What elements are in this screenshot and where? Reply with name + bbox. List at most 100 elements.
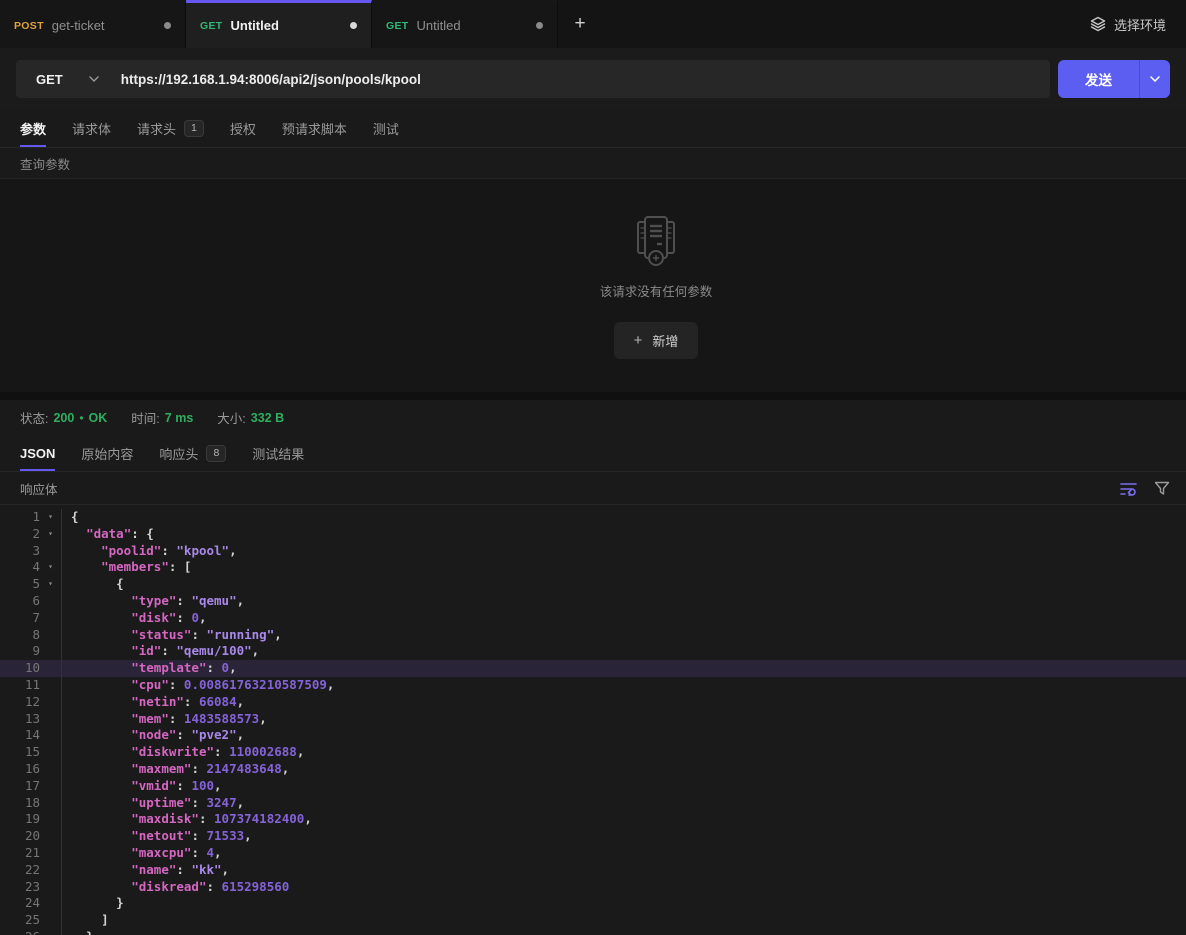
code-token: "kpool" [176,543,229,558]
response-body-title: 响应体 [20,479,1119,498]
request-config-tab-label: 请求头 [137,119,176,138]
size-value: 332 B [251,411,284,425]
code-line: 19 "maxdisk": 107374182400, [0,811,1186,828]
code-token: } [71,895,124,910]
status-dot: • [79,411,83,425]
fold-toggle-icon [40,929,62,935]
code-text: "diskread": 615298560 [62,879,289,896]
line-number: 11 [0,677,40,694]
code-text: { [62,576,124,593]
response-view-tab[interactable]: JSON [20,435,55,471]
empty-params-icon [631,213,681,267]
code-text: { [62,509,79,526]
code-token: : [191,761,206,776]
code-token [71,677,131,692]
code-text: "poolid": "kpool", [62,543,237,560]
tab-bar: POSTget-ticketGETUntitledGETUntitled + 选… [0,0,1186,48]
method-select[interactable]: GET [16,72,121,87]
fold-toggle-icon [40,711,62,728]
tab-title: Untitled [417,18,529,33]
fold-toggle-icon[interactable]: ▾ [40,526,62,543]
code-token: , [237,727,245,742]
code-token: , [214,845,222,860]
fold-toggle-icon [40,727,62,744]
request-config-tab-label: 预请求脚本 [282,119,347,138]
code-token: 107374182400 [214,811,304,826]
code-line: 14 "node": "pve2", [0,727,1186,744]
code-line: 20 "netout": 71533, [0,828,1186,845]
request-config-tab[interactable]: 参数 [20,110,46,147]
code-text: "maxdisk": 107374182400, [62,811,312,828]
empty-params-text: 该请求没有任何参数 [600,281,713,300]
request-tab[interactable]: GETUntitled [372,0,558,48]
code-line: 9 "id": "qemu/100", [0,643,1186,660]
add-param-button[interactable]: + 新增 [614,322,699,359]
code-token: "id" [131,643,161,658]
line-number: 25 [0,912,40,929]
status-code: 200 [53,411,74,425]
fold-toggle-icon[interactable]: ▾ [40,559,62,576]
add-param-label: 新增 [652,331,678,350]
request-config-tab[interactable]: 授权 [230,110,256,147]
request-config-tab[interactable]: 请求体 [72,110,111,147]
code-token: "mem" [131,711,169,726]
request-config-tab[interactable]: 测试 [373,110,399,147]
response-view-tab[interactable]: 原始内容 [81,435,133,471]
code-token: , [297,744,305,759]
new-tab-button[interactable]: + [558,0,602,48]
code-token: "diskwrite" [131,744,214,759]
code-line: 17 "vmid": 100, [0,778,1186,795]
word-wrap-icon[interactable] [1119,481,1138,496]
code-token [71,543,101,558]
code-token: : { [131,526,154,541]
params-empty-state: 该请求没有任何参数 + 新增 [0,179,1186,392]
fold-toggle-icon [40,895,62,912]
fold-toggle-icon [40,744,62,761]
code-token: 110002688 [229,744,297,759]
api-client-window: POSTget-ticketGETUntitledGETUntitled + 选… [0,0,1186,935]
code-token: : [191,845,206,860]
response-meta: 状态: 200 • OK 时间: 7 ms 大小: 332 B [0,400,1186,435]
response-json-viewer[interactable]: 1▾{2▾ "data": {3 "poolid": "kpool",4▾ "m… [0,505,1186,935]
code-line: 26 } [0,929,1186,935]
code-token: 66084 [199,694,237,709]
code-token: , [214,778,222,793]
request-config-tab[interactable]: 请求头1 [137,110,204,147]
fold-toggle-icon[interactable]: ▾ [40,509,62,526]
code-line: 23 "diskread": 615298560 [0,879,1186,896]
environment-selector[interactable]: 选择环境 [1070,0,1186,48]
code-line: 5▾ { [0,576,1186,593]
code-token [71,761,131,776]
fold-toggle-icon[interactable]: ▾ [40,576,62,593]
code-token [71,727,131,742]
code-token: 2147483648 [207,761,282,776]
code-token: , [244,828,252,843]
query-params-header: 查询参数 [0,148,1186,179]
pane-splitter[interactable] [0,392,1186,400]
code-token: 3247 [207,795,237,810]
filter-icon[interactable] [1154,481,1170,496]
code-token [71,526,86,541]
request-config-tab[interactable]: 预请求脚本 [282,110,347,147]
code-token: "cpu" [131,677,169,692]
send-options-chevron-icon[interactable] [1140,76,1170,82]
send-button[interactable]: 发送 [1058,60,1170,98]
code-token: , [252,643,260,658]
response-body-header: 响应体 [0,472,1186,505]
code-text: "members": [ [62,559,191,576]
request-tab[interactable]: GETUntitled [186,0,372,48]
code-token: : [ [169,559,192,574]
response-view-tab[interactable]: 响应头8 [159,435,226,471]
code-text: "diskwrite": 110002688, [62,744,304,761]
code-token [71,660,131,675]
code-token: "qemu" [191,593,236,608]
code-token: : [184,694,199,709]
code-token: "maxdisk" [131,811,199,826]
url-input[interactable]: https://192.168.1.94:8006/api2/json/pool… [121,72,1050,87]
response-view-tab-label: JSON [20,446,55,461]
code-token: : [169,677,184,692]
line-number: 17 [0,778,40,795]
line-number: 26 [0,929,40,935]
request-tab[interactable]: POSTget-ticket [0,0,186,48]
response-view-tab[interactable]: 测试结果 [252,435,304,471]
